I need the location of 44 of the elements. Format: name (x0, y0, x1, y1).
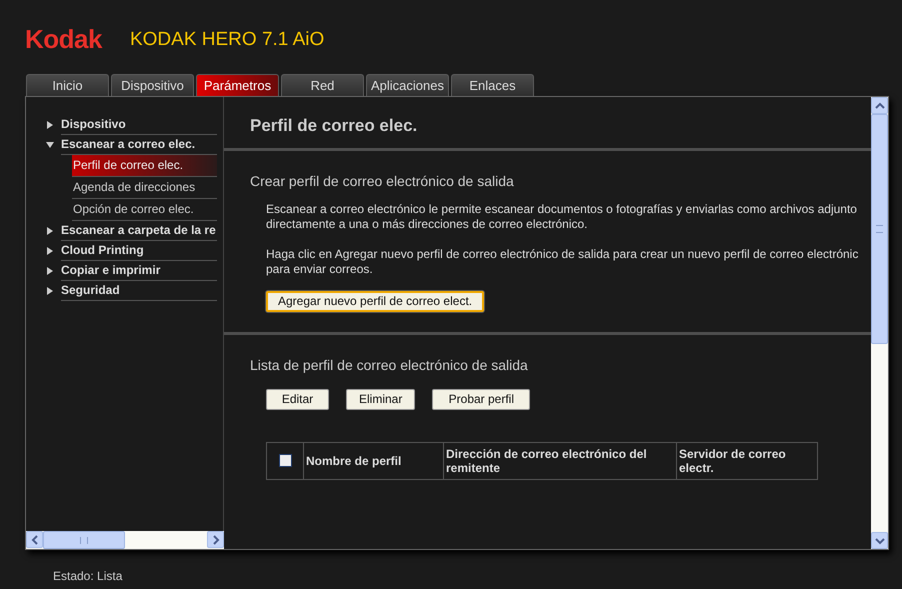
action-button[interactable]: Editar (266, 388, 329, 410)
column-header: Dirección de correo electrónico del remitente (443, 442, 676, 478)
tab[interactable]: Dispositivo (111, 74, 194, 96)
vertical-scrollbar[interactable] (871, 97, 888, 549)
scroll-thumb[interactable] (871, 114, 888, 344)
kodak-logo: Kodak (25, 24, 102, 54)
paragraph: Haga clic en Agregar nuevo perfil de correo electrónico de salida para crear un nuevo perfil de correo electrónic para enviar correos. (266, 247, 860, 277)
sidebar-item[interactable]: Escanear a carpeta de la re (61, 221, 217, 241)
scroll-right-icon[interactable] (207, 531, 224, 548)
action-button[interactable]: Probar perfil (432, 388, 530, 410)
action-button[interactable]: Eliminar (346, 388, 416, 410)
horizontal-scrollbar[interactable] (26, 531, 224, 549)
tab[interactable]: Enlaces (451, 74, 534, 96)
sidebar-subitem[interactable]: Agenda de direcciones (72, 177, 217, 199)
sidebar-subitem[interactable]: Perfil de correo elec. (72, 155, 217, 177)
sidebar-subitem[interactable]: Opción de correo elec. (72, 199, 217, 221)
collapsed-arrow-icon[interactable] (46, 227, 54, 235)
scroll-left-icon[interactable] (26, 531, 43, 548)
scroll-down-icon[interactable] (871, 532, 888, 549)
tab[interactable]: Parámetros (196, 74, 279, 96)
column-header: Servidor de correo electr. (676, 442, 817, 478)
tab[interactable]: Inicio (26, 74, 109, 96)
select-all-checkbox[interactable] (278, 454, 292, 467)
expanded-arrow-icon[interactable] (46, 141, 54, 149)
tab[interactable]: Aplicaciones (366, 74, 449, 96)
section-title: Crear perfil de correo electrónico de salida (250, 173, 515, 189)
collapsed-arrow-icon[interactable] (46, 287, 54, 295)
collapsed-arrow-icon[interactable] (46, 247, 54, 255)
scroll-up-icon[interactable] (871, 97, 888, 114)
status-text: Estado: Lista (52, 568, 124, 583)
collapsed-arrow-icon[interactable] (46, 267, 54, 275)
sidebar-item[interactable]: Copiar e imprimir (61, 261, 217, 281)
scroll-thumb[interactable] (43, 531, 125, 549)
page-heading: Perfil de correo elec. (249, 115, 418, 137)
sidebar-item[interactable]: Seguridad (61, 281, 217, 301)
sidebar-item[interactable]: Dispositivo (61, 115, 217, 135)
section-title: Lista de perfil de correo electrónico de salida (250, 356, 529, 372)
add-profile-button[interactable]: Agregar nuevo perfil de correo elect. (266, 290, 484, 312)
tab[interactable]: Red (281, 74, 364, 96)
product-title: KODAK HERO 7.1 AiO (130, 28, 324, 52)
sidebar-item[interactable]: Cloud Printing (61, 241, 217, 261)
paragraph: Escanear a correo electrónico le permite escanear documentos o fotografías y enviarlas como archivos adjunto directamente a una o más direcciones de correo electrónico. (266, 202, 858, 232)
collapsed-arrow-icon[interactable] (46, 121, 54, 129)
column-header: Nombre de perfil (303, 442, 443, 478)
